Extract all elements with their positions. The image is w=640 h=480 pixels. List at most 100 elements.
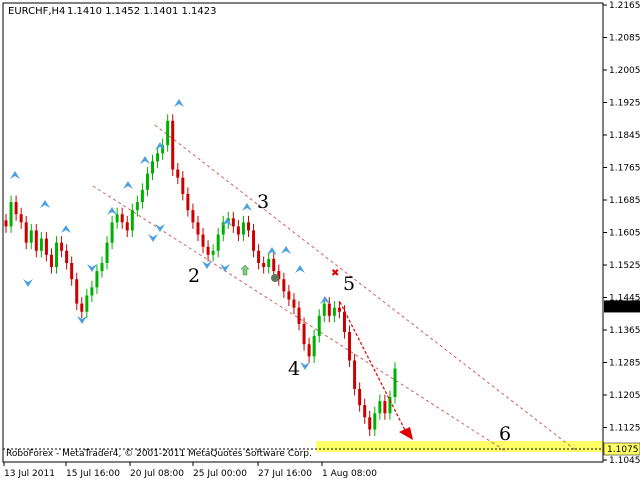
candle-body	[337, 307, 341, 312]
candle-body	[186, 193, 190, 211]
candle-body	[70, 262, 74, 280]
chart-background	[0, 0, 640, 480]
price-axis: 1.2165 1.2085 1.2005 1.1925 1.1845 1.1765 1.16…	[603, 1, 640, 466]
y-tick-label: 1.1685	[609, 196, 640, 206]
target-price-label: 1.1075	[607, 445, 639, 455]
pivot-dot-icon	[271, 274, 279, 282]
candle-body	[272, 258, 276, 272]
candle-body	[110, 222, 114, 243]
candle-body	[55, 242, 59, 268]
candle-body	[206, 246, 210, 255]
candle-body	[135, 202, 139, 211]
current-price-label: 1.1423	[607, 302, 639, 312]
candle-body	[241, 222, 245, 235]
candle-body	[29, 230, 33, 243]
candle-body	[156, 153, 160, 162]
x-tick-label: 25 Jul 00:00	[193, 469, 247, 479]
candle-body	[252, 230, 256, 251]
y-tick-label: 1.1845	[609, 131, 640, 141]
candle-body	[176, 169, 180, 178]
y-tick-label: 1.1605	[609, 229, 640, 239]
candle-body	[262, 262, 266, 268]
candle-body	[105, 242, 109, 263]
candle-body	[383, 401, 387, 414]
candle-body	[201, 234, 205, 247]
candle-body	[353, 360, 357, 389]
x-tick-label: 20 Jul 08:00	[130, 469, 184, 479]
candle-body	[282, 279, 286, 292]
y-tick-label: 1.2165	[609, 1, 640, 11]
y-tick-label: 1.1765	[609, 164, 640, 174]
candle-body	[211, 250, 215, 255]
wave-label: 5	[343, 273, 355, 295]
candle-body	[130, 210, 134, 231]
y-tick-label: 1.1285	[609, 359, 640, 369]
candle-body	[393, 368, 397, 398]
y-tick-label: 1.1205	[609, 391, 640, 401]
candle-body	[166, 120, 170, 146]
y-tick-label: 1.1525	[609, 261, 640, 271]
candle-body	[348, 332, 352, 361]
candle-body	[14, 202, 18, 215]
candle-body	[287, 291, 291, 300]
target-zone	[316, 441, 603, 452]
candle-body	[151, 161, 155, 174]
copyright-text: RoboForex - MetaTrader4, © 2001-2011 Met…	[6, 449, 312, 459]
candle-body	[322, 303, 326, 316]
candle-body	[307, 344, 311, 357]
candle-body	[49, 254, 53, 268]
candle-body	[4, 220, 8, 227]
price-chart: 23456 ✖ 1.21651.20851.20051.19251.18451.…	[0, 0, 640, 480]
candle-body	[60, 242, 64, 251]
candle-body	[34, 230, 38, 251]
candle-body	[100, 262, 104, 272]
candle-body	[327, 303, 331, 316]
candle-body	[231, 218, 235, 227]
candle-body	[216, 234, 220, 251]
wave-label: 2	[188, 265, 200, 287]
candle-body	[373, 413, 377, 430]
candle-body	[317, 315, 321, 337]
candle-body	[145, 173, 149, 190]
candle-body	[267, 258, 271, 268]
candle-body	[115, 214, 119, 223]
wave-label: 4	[288, 358, 300, 380]
wave-label: 3	[257, 191, 269, 213]
candle-body	[19, 214, 23, 223]
candle-body	[342, 311, 346, 333]
candle-body	[196, 222, 200, 235]
y-tick-label: 1.1925	[609, 99, 640, 109]
y-tick-label: 1.1125	[609, 424, 640, 434]
candle-body	[257, 250, 261, 263]
candle-body	[358, 388, 362, 406]
chart-ohlc: 1.1410 1.1452 1.1401 1.1423	[67, 6, 217, 17]
candle-body	[236, 226, 240, 235]
candle-body	[292, 299, 296, 308]
candle-body	[80, 303, 84, 312]
candle-body	[125, 222, 129, 231]
candle-body	[181, 177, 185, 194]
candle-body	[378, 401, 382, 414]
candle-body	[120, 214, 124, 223]
candle-body	[363, 405, 367, 418]
candle-body	[9, 202, 13, 227]
candle-body	[388, 397, 392, 414]
candle-body	[171, 120, 175, 170]
y-tick-label: 1.2005	[609, 66, 640, 76]
x-tick-label: 15 Jul 16:00	[66, 469, 120, 479]
candle-body	[312, 336, 316, 357]
candle-body	[24, 222, 28, 243]
candle-body	[75, 279, 79, 304]
candle-body	[297, 307, 301, 324]
x-tick-label: 1 Aug 08:00	[322, 469, 377, 479]
candle-body	[368, 417, 372, 430]
candle-body	[246, 222, 250, 231]
wave-label: 6	[499, 423, 511, 445]
candle-body	[65, 250, 69, 263]
candle-body	[302, 323, 306, 345]
y-tick-label: 1.1045	[609, 456, 640, 466]
cross-marker-icon: ✖	[331, 268, 339, 279]
candle-body	[140, 189, 144, 203]
candle-body	[85, 295, 89, 312]
candle-body	[39, 238, 43, 251]
